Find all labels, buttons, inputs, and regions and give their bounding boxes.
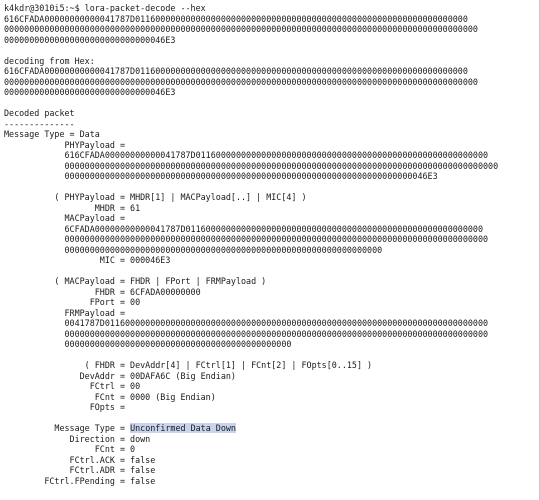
line-text: Message Type = Data (4, 129, 100, 139)
line-text: MIC = 000046E3 (4, 255, 171, 265)
line-text: FCnt = 0000 (Big Endian) (4, 391, 216, 402)
line-text: 00000000000000000000000000000046E3 (4, 34, 176, 45)
selected-text-highlight[interactable]: Unconfirmed Data Down (130, 423, 236, 433)
terminal-line: 0000000000000000000000000000000000000000… (4, 329, 539, 340)
line-text: PHYPayload = (4, 139, 126, 150)
terminal-line: 616CFADA00000000000041787D01160000000000… (4, 150, 539, 161)
terminal-line: 0000000000000000000000000000000000000000… (4, 24, 539, 35)
line-text: 0000000000000000000000000000000000000000… (4, 160, 499, 171)
line-text: 0041787D01160000000000000000000000000000… (4, 318, 489, 328)
terminal-line: FCtrl = 00 (4, 381, 539, 392)
line-text: FHDR = 6CFADA00000000 (4, 286, 201, 297)
line-text: Direction = down (4, 433, 151, 444)
line-text: ( PHYPayload = MHDR[1] | MACPayload[..] … (4, 192, 307, 202)
terminal-line: 00000000000000000000000000000046E3 (4, 87, 539, 98)
terminal-line: Message Type = Data (4, 129, 539, 140)
line-text: 0000000000000000000000000000000000000000… (4, 234, 489, 244)
line-text: DevAddr = 00DAFA6C (Big Endian) (4, 370, 236, 381)
terminal-line: FCnt = 0000 (Big Endian) (4, 392, 539, 403)
line-text: 616CFADA00000000000041787D01160000000000… (4, 66, 468, 76)
line-text: Decoded packet (4, 108, 75, 118)
terminal-line: ( FHDR = DevAddr[4] | FCtrl[1] | FCnt[2]… (4, 360, 539, 371)
terminal-line: FCtrl.ADR = false (4, 465, 539, 476)
terminal-line: FHDR = 6CFADA00000000 (4, 287, 539, 298)
terminal-line: 00000000000000000000000000000046E3 (4, 35, 539, 46)
terminal-line: 0041787D01160000000000000000000000000000… (4, 318, 539, 329)
line-text: 0000000000000000000000000000000000000000… (4, 244, 383, 255)
line-text: FCtrl.ADR = false (4, 465, 156, 475)
terminal-line: MIC = 000046E3 (4, 255, 539, 266)
line-text: 6CFADA00000000000041787D0116000000000000… (4, 223, 484, 234)
terminal-line: 0000000000000000000000000000000000000000… (4, 245, 539, 256)
line-text: 00000000000000000000000000000046E3 (4, 87, 176, 97)
line-text: k4kdr@3010i5:~$ lora-packet-decode --hex (4, 3, 206, 13)
terminal-line: 0000000000000000000000000000000000000000… (4, 339, 539, 350)
terminal-line: Direction = down (4, 434, 539, 445)
line-text: -------------- (4, 118, 75, 129)
terminal-line: 0000000000000000000000000000000000000000… (4, 171, 539, 182)
line-text: FOpts = (4, 402, 126, 412)
line-text: 616CFADA00000000000041787D01160000000000… (4, 150, 489, 160)
terminal-line: FCnt = 0 (4, 444, 539, 455)
terminal-output: k4kdr@3010i5:~$ lora-packet-decode --hex… (0, 0, 539, 486)
terminal-line: 6CFADA00000000000041787D0116000000000000… (4, 224, 539, 235)
line-text: Message Type = (4, 423, 131, 433)
line-text: FCtrl = 00 (4, 381, 141, 391)
terminal-line: FOpts = (4, 402, 539, 413)
line-text: 0000000000000000000000000000000000000000… (4, 339, 292, 349)
terminal-window[interactable]: k4kdr@3010i5:~$ lora-packet-decode --hex… (0, 0, 540, 500)
terminal-line: ( PHYPayload = MHDR[1] | MACPayload[..] … (4, 192, 539, 203)
terminal-line: decoding from Hex: (4, 56, 539, 67)
line-text: 616CFADA00000000000041787D01160000000000… (4, 13, 468, 24)
line-text: FCtrl.FPending = false (4, 475, 156, 486)
line-text: FRMPayload = (4, 307, 126, 318)
terminal-line: 0000000000000000000000000000000000000000… (4, 161, 539, 172)
line-text: MHDR = 61 (4, 202, 141, 213)
command-prompt-line: k4kdr@3010i5:~$ lora-packet-decode --hex (4, 3, 539, 14)
line-text: FPort = 00 (4, 297, 141, 307)
terminal-line: 0000000000000000000000000000000000000000… (4, 77, 539, 88)
terminal-line: FCtrl.ACK = false (4, 455, 539, 466)
line-text: ( FHDR = DevAddr[4] | FCtrl[1] | FCnt[2]… (4, 360, 373, 370)
terminal-line: 616CFADA00000000000041787D01160000000000… (4, 14, 539, 25)
line-text: 0000000000000000000000000000000000000000… (4, 171, 438, 181)
line-text: MACPayload = (4, 213, 126, 223)
terminal-line: MACPayload = (4, 213, 539, 224)
line-text: 0000000000000000000000000000000000000000… (4, 328, 489, 339)
line-text: FCnt = 0 (4, 444, 136, 454)
terminal-line: FPort = 00 (4, 297, 539, 308)
line-text: FCtrl.ACK = false (4, 454, 156, 465)
line-text: decoding from Hex: (4, 55, 95, 66)
terminal-line: DevAddr = 00DAFA6C (Big Endian) (4, 371, 539, 382)
terminal-line: ( MACPayload = FHDR | FPort | FRMPayload… (4, 276, 539, 287)
terminal-line: 0000000000000000000000000000000000000000… (4, 234, 539, 245)
line-text: 0000000000000000000000000000000000000000… (4, 76, 478, 87)
terminal-line: 616CFADA00000000000041787D01160000000000… (4, 66, 539, 77)
terminal-line: PHYPayload = (4, 140, 539, 151)
terminal-line: MHDR = 61 (4, 203, 539, 214)
line-text: 0000000000000000000000000000000000000000… (4, 24, 478, 34)
terminal-line: Message Type = Unconfirmed Data Down (4, 423, 539, 434)
terminal-line: -------------- (4, 119, 539, 130)
line-text: ( MACPayload = FHDR | FPort | FRMPayload… (4, 276, 267, 286)
terminal-line: Decoded packet (4, 108, 539, 119)
terminal-line: FCtrl.FPending = false (4, 476, 539, 487)
terminal-line: FRMPayload = (4, 308, 539, 319)
